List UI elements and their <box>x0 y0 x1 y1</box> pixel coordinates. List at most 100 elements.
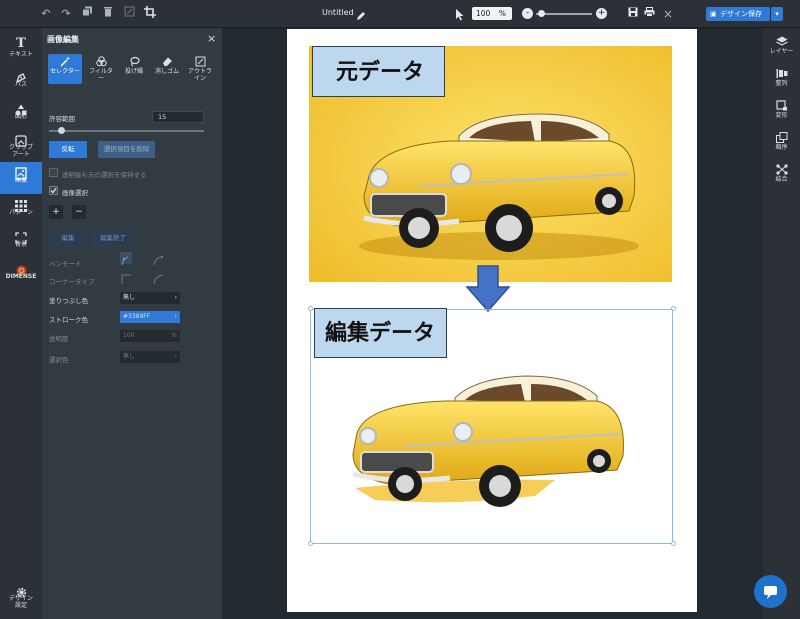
right-tools-rail: レイヤー 整列 変形 順序 結合 <box>763 28 800 619</box>
undo-icon[interactable]: ↶ <box>38 6 54 22</box>
rtool-label: 整列 <box>775 80 788 87</box>
resize-icon[interactable] <box>121 6 137 22</box>
save-design-button[interactable]: ▣ デザイン保存 <box>706 7 770 21</box>
stroke-color-select[interactable]: #3389FF › <box>120 311 180 323</box>
pencil-icon[interactable] <box>356 6 366 25</box>
close-icon[interactable]: × <box>660 6 676 22</box>
combine-icon <box>775 164 788 175</box>
tool-background[interactable]: 背景 <box>0 226 42 258</box>
resize-handle[interactable] <box>308 306 313 311</box>
mode-label: アウトラ イン <box>187 68 212 82</box>
tolerance-input[interactable]: 15 <box>152 111 204 123</box>
tool-transform[interactable]: 変形 <box>763 98 800 128</box>
tool-order[interactable]: 順序 <box>763 130 800 160</box>
tool-align[interactable]: 整列 <box>763 66 800 96</box>
tool-text[interactable]: T テキスト <box>0 34 42 66</box>
invert-button[interactable]: 反転 <box>49 141 87 158</box>
rtool-label: 順序 <box>775 144 788 151</box>
tool-label: パターン <box>9 209 33 216</box>
edited-data-label[interactable]: 編集データ <box>314 308 447 358</box>
tool-dimense[interactable]: DIMENSE <box>0 258 42 290</box>
rtool-label: 結合 <box>775 176 788 183</box>
crop-icon[interactable] <box>142 6 158 22</box>
tolerance-label: 許容範囲 <box>49 115 75 123</box>
opacity-input[interactable]: 100% <box>120 330 180 342</box>
tool-shapes[interactable]: 図形 <box>0 98 42 130</box>
mode-outline[interactable]: アウトラ イン <box>183 54 217 84</box>
tool-label: クリップ アート <box>8 144 33 158</box>
corner-round-icon[interactable] <box>152 270 164 285</box>
tool-label: DIMENSE <box>5 273 37 280</box>
chevron-right-icon: › <box>174 294 177 301</box>
align-icon <box>776 69 787 78</box>
mode-selector[interactable]: セレクター <box>48 54 82 84</box>
subtract-selection-button[interactable]: − <box>72 205 86 219</box>
pen-mode-label: ペンモード <box>49 260 82 268</box>
mode-lasso[interactable]: 投げ縄 <box>117 54 151 84</box>
edit-button[interactable]: 編集 <box>49 230 87 247</box>
print-icon[interactable] <box>641 6 657 22</box>
pen-icon <box>14 69 28 84</box>
opacity-label: 透明度 <box>49 335 69 343</box>
tool-path[interactable]: パス <box>0 66 42 98</box>
tolerance-slider[interactable] <box>49 130 204 132</box>
original-data-label[interactable]: 元データ <box>312 46 445 97</box>
image-select-checkbox[interactable] <box>49 186 58 195</box>
outline-icon <box>195 56 205 67</box>
pen-mode-node-icon[interactable] <box>120 252 132 266</box>
zoom-out-button[interactable]: - <box>522 8 533 19</box>
duplicate-icon[interactable] <box>79 6 95 22</box>
save-dropdown-button[interactable]: ▾ <box>771 7 783 21</box>
opacity-unit: % <box>171 332 177 339</box>
zoom-unit: % <box>498 9 506 18</box>
tool-clipart[interactable]: クリップ アート <box>0 129 42 162</box>
fill-color-label: 塗りつぶし色 <box>49 297 89 305</box>
pen-mode-curve-icon[interactable] <box>152 252 164 266</box>
design-settings-button[interactable]: デザイン 設定 <box>0 580 42 616</box>
edit-done-button[interactable]: 編集終了 <box>92 230 134 247</box>
tool-pattern[interactable]: パターン <box>0 194 42 226</box>
zoom-slider-handle[interactable] <box>538 10 545 17</box>
resize-handle[interactable] <box>671 306 676 311</box>
tool-label: 図形 <box>14 113 27 120</box>
corner-sharp-icon[interactable] <box>120 270 132 284</box>
selection-color-select[interactable]: 無し › <box>120 351 180 363</box>
down-arrow-icon[interactable] <box>464 265 512 313</box>
save-small-icon: ▣ <box>710 10 717 18</box>
design-settings-label: デザイン 設定 <box>8 595 33 609</box>
tool-label: 画像 <box>14 177 27 184</box>
tool-combine[interactable]: 結合 <box>763 162 800 192</box>
check-icon <box>50 187 57 194</box>
add-selection-button[interactable]: + <box>49 205 63 219</box>
tool-image[interactable]: 画像 <box>0 162 42 194</box>
chat-support-button[interactable] <box>754 575 787 608</box>
save-icon[interactable] <box>625 6 641 22</box>
keep-original-checkbox[interactable] <box>49 168 58 177</box>
zoom-in-button[interactable]: + <box>596 8 607 19</box>
opacity-value: 100 <box>123 332 135 339</box>
pointer-icon[interactable] <box>455 6 465 25</box>
lasso-icon <box>129 56 140 67</box>
fill-color-select[interactable]: 無し › <box>120 292 180 304</box>
redo-icon[interactable]: ↷ <box>58 6 74 22</box>
eraser-icon <box>162 57 172 66</box>
text-icon: T <box>16 36 26 51</box>
delete-selection-button[interactable]: 選択項目を削除 <box>98 141 155 158</box>
mode-filter[interactable]: フィルタ ー <box>84 54 118 84</box>
zoom-input[interactable]: 100 % <box>472 7 512 20</box>
layers-icon <box>775 36 788 46</box>
trash-icon[interactable] <box>100 6 116 22</box>
tolerance-slider-handle[interactable] <box>58 127 66 134</box>
stroke-color-label: ストローク色 <box>49 316 88 324</box>
tool-layers[interactable]: レイヤー <box>763 34 800 64</box>
close-icon[interactable]: × <box>207 32 216 45</box>
tool-label: テキスト <box>9 51 33 58</box>
resize-handle[interactable] <box>671 541 676 546</box>
mode-eraser[interactable]: 消しゴム <box>150 54 184 84</box>
resize-handle[interactable] <box>308 541 313 546</box>
edited-car-image[interactable] <box>335 368 635 528</box>
selection-color-value: 無し <box>123 353 136 360</box>
pattern-icon <box>14 197 28 212</box>
filter-icon <box>95 56 107 67</box>
document-title[interactable]: Untitled <box>322 8 354 17</box>
